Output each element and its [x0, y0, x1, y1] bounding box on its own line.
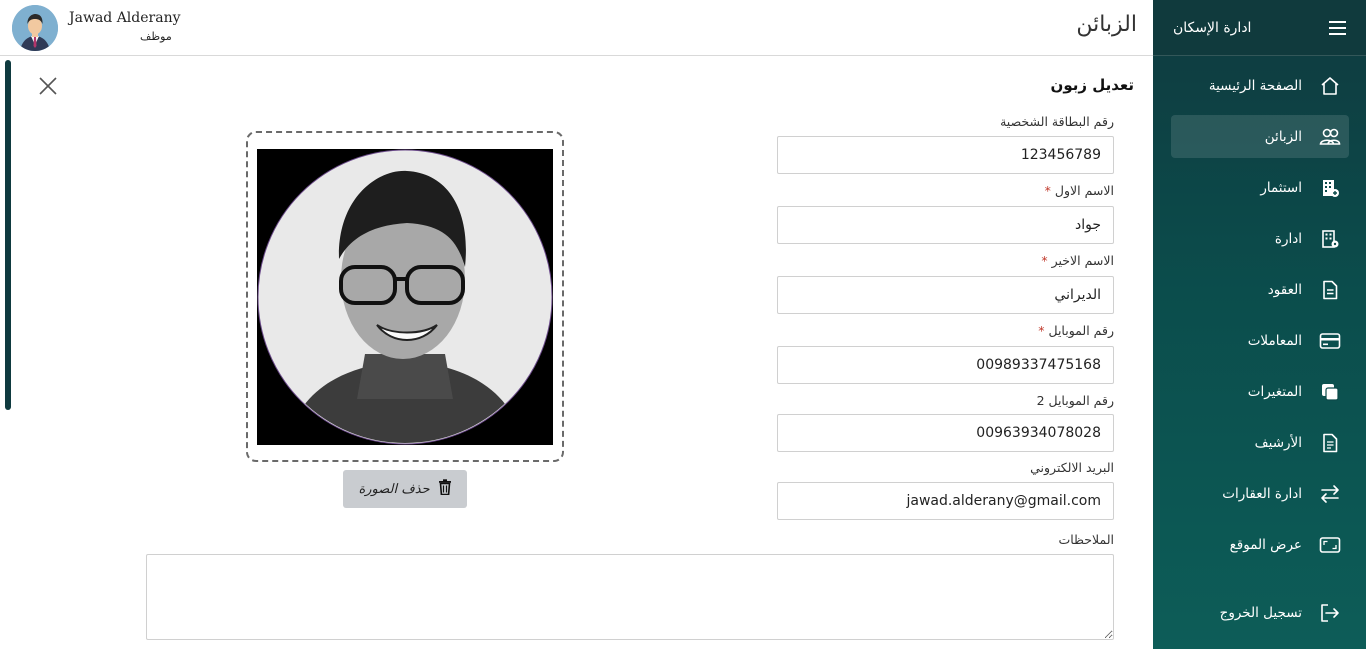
email-label-text: البريد الالكتروني — [1030, 460, 1114, 475]
user-name: Jawad Alderany — [69, 10, 181, 26]
sidebar-item-label: عرض الموقع — [1229, 536, 1302, 553]
email-field[interactable] — [777, 482, 1114, 520]
avatar[interactable] — [12, 5, 58, 51]
profile-photo — [257, 149, 553, 445]
close-icon[interactable] — [38, 76, 58, 96]
logout-label: تسجيل الخروج — [1219, 604, 1302, 621]
copy-icon — [1319, 381, 1341, 403]
top-bar: Jawad Alderany موظف الزبائن — [0, 0, 1153, 56]
sidebar-item-label: ادارة العقارات — [1222, 485, 1302, 502]
mobile2-label-text: رقم الموبايل 2 — [1036, 393, 1114, 408]
sidebar-item-label: الأرشيف — [1254, 434, 1302, 451]
notes-label-text: الملاحظات — [1058, 532, 1114, 547]
sidebar-item-label: الزبائن — [1264, 128, 1302, 145]
required-mark: * — [1041, 253, 1048, 268]
home-icon — [1319, 75, 1341, 97]
mobile-label: رقم الموبايل* — [1038, 323, 1114, 338]
building-plus-icon — [1319, 177, 1341, 199]
mobile2-label: رقم الموبايل 2 — [1037, 393, 1114, 408]
sidebar-item-management[interactable]: ادارة — [1171, 217, 1349, 260]
sidebar-item-label: العقود — [1267, 281, 1302, 298]
users-icon — [1319, 126, 1341, 148]
app-root: Jawad Alderany موظف الزبائن تعديل زبون ر… — [0, 0, 1366, 649]
email-label: البريد الالكتروني — [1030, 460, 1114, 475]
id-number-label: رقم البطاقة الشخصية — [1000, 114, 1114, 129]
sidebar-item-archive[interactable]: الأرشيف — [1171, 421, 1349, 464]
sidebar-item-real-estate[interactable]: ادارة العقارات — [1171, 472, 1349, 515]
swap-arrows-icon — [1319, 483, 1341, 505]
form-title: تعديل زبون — [1050, 76, 1134, 94]
mobile-label-text: رقم الموبايل — [1048, 323, 1114, 338]
sidebar-item-label: ادارة — [1274, 230, 1302, 247]
building-gear-icon — [1319, 228, 1341, 250]
sidebar-item-investment[interactable]: استثمار — [1171, 166, 1349, 209]
first-name-label-text: الاسم الاول — [1054, 183, 1114, 198]
sidebar-item-label: استثمار — [1260, 179, 1302, 196]
sidebar-item-transactions[interactable]: المعاملات — [1171, 319, 1349, 362]
photo-dropzone[interactable] — [246, 131, 564, 462]
sidebar-item-contracts[interactable]: العقود — [1171, 268, 1349, 311]
last-name-label-text: الاسم الاخير — [1051, 253, 1114, 268]
mobile-field[interactable] — [777, 346, 1114, 384]
archive-document-icon — [1319, 432, 1341, 454]
document-icon — [1319, 279, 1341, 301]
first-name-field[interactable] — [777, 206, 1114, 244]
sidebar-item-label: المتغيرات — [1247, 383, 1302, 400]
first-name-label: الاسم الاول* — [1045, 183, 1114, 198]
scrollbar[interactable] — [5, 60, 11, 410]
sidebar-header: ادارة الإسكان — [1153, 0, 1366, 56]
last-name-field[interactable] — [777, 276, 1114, 314]
user-role: موظف — [140, 30, 172, 43]
delete-photo-label: حذف الصورة — [358, 481, 430, 497]
sidebar-nav: الصفحة الرئيسية الزبائن استثمار ادارة ال… — [1153, 56, 1366, 566]
required-mark: * — [1044, 183, 1051, 198]
sidebar-item-customers[interactable]: الزبائن — [1171, 115, 1349, 158]
trash-icon — [438, 479, 452, 499]
sidebar-item-label: المعاملات — [1247, 332, 1302, 349]
sidebar-item-label: الصفحة الرئيسية — [1208, 77, 1302, 94]
mobile2-field[interactable] — [777, 414, 1114, 452]
hamburger-menu-icon[interactable] — [1324, 17, 1346, 39]
app-title: ادارة الإسكان — [1173, 19, 1252, 36]
page-title: الزبائن — [1076, 12, 1137, 37]
notes-field[interactable] — [146, 554, 1114, 640]
id-number-field[interactable] — [777, 136, 1114, 174]
sidebar-item-variables[interactable]: المتغيرات — [1171, 370, 1349, 413]
id-number-label-text: رقم البطاقة الشخصية — [1000, 114, 1114, 129]
credit-card-icon — [1319, 330, 1341, 352]
notes-label: الملاحظات — [1058, 532, 1114, 547]
required-mark: * — [1038, 323, 1045, 338]
logout-button[interactable]: تسجيل الخروج — [1171, 591, 1349, 634]
logout-icon — [1319, 602, 1341, 624]
screen-icon — [1319, 534, 1341, 556]
delete-photo-button[interactable]: حذف الصورة — [343, 470, 467, 508]
sidebar: ادارة الإسكان الصفحة الرئيسية الزبائن اس… — [1153, 0, 1366, 649]
last-name-label: الاسم الاخير* — [1041, 253, 1114, 268]
sidebar-item-view-site[interactable]: عرض الموقع — [1171, 523, 1349, 566]
sidebar-item-home[interactable]: الصفحة الرئيسية — [1171, 64, 1349, 107]
